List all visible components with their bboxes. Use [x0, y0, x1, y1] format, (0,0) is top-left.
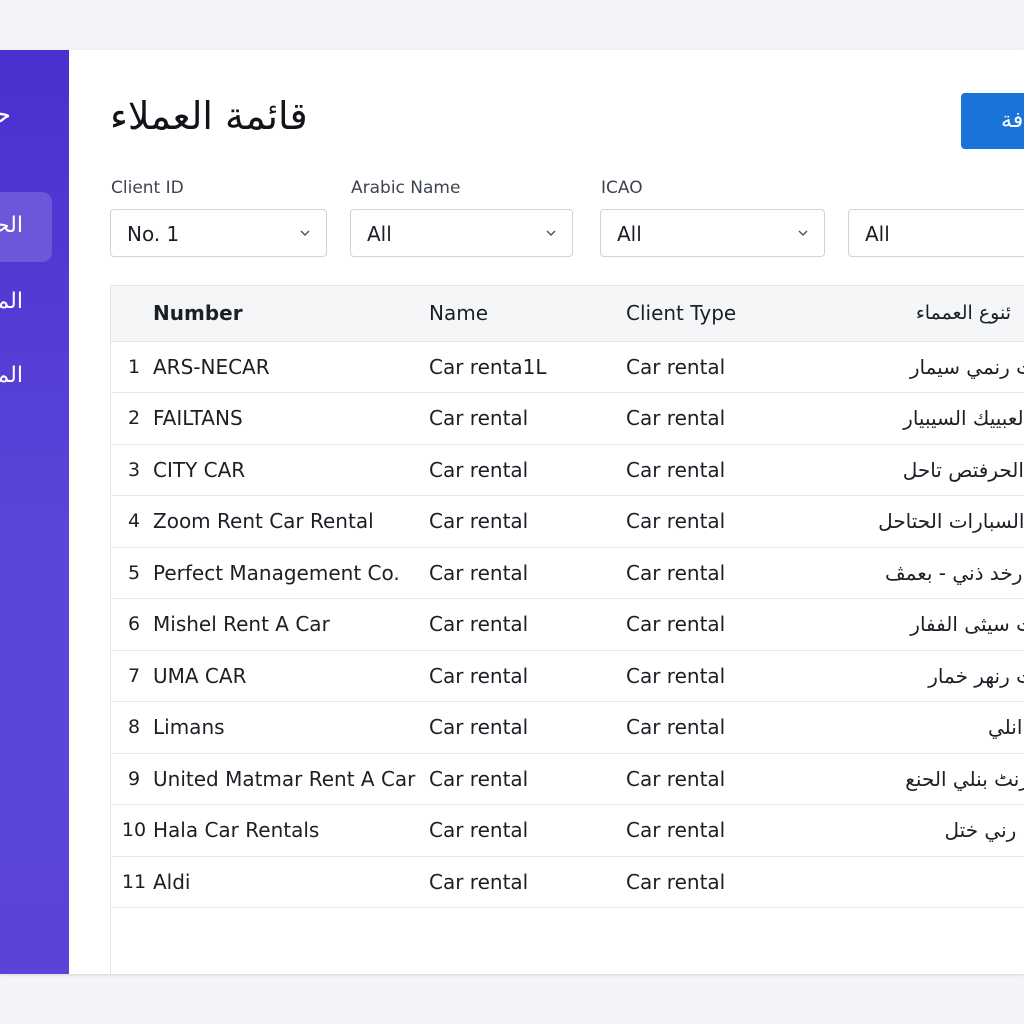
- filter-label-client-id: Client ID: [111, 178, 184, 198]
- cell-number: Perfect Management Co.: [153, 547, 429, 599]
- clients-table: Number Name Client Type ئنوع العمماء 1 AR…: [110, 285, 1024, 974]
- add-client-button[interactable]: إضافة: [961, 93, 1024, 149]
- cell-arabic-name: تنغ رخد ذني - بعمڤ: [836, 547, 1024, 599]
- cell-arabic-name: ى رنٹ بنلي الحنع: [836, 753, 1024, 805]
- add-client-button-label: إضافة: [1001, 108, 1024, 133]
- app-window: حج الحـ الم الم قائمة العملاء إضافة Clie…: [0, 50, 1024, 974]
- cell-number: Aldi: [153, 856, 429, 908]
- table-row[interactable]: 7UMA CARCar rentalCar rentalرنت رنهر خما…: [111, 650, 1024, 702]
- cell-number: UMA CAR: [153, 650, 429, 702]
- cell-arabic-name: يبع انلي: [836, 701, 1024, 754]
- column-header-name[interactable]: Name: [429, 286, 626, 342]
- column-header-client-type[interactable]: Client Type: [626, 286, 836, 342]
- sidebar-item-label[interactable]: الحـ: [0, 213, 23, 238]
- icao-select[interactable]: All: [600, 209, 825, 257]
- cell-client-type: Car rental: [626, 753, 836, 805]
- cell-number: FAILTANS: [153, 392, 429, 445]
- arabic-name-select-value: All: [367, 222, 392, 246]
- cell-client-type: Car rental: [626, 598, 836, 651]
- cell-client-type: Car rental: [626, 547, 836, 599]
- table-row[interactable]: 4 Zoom Rent Car Rental Car rental Car renta…: [111, 495, 1024, 548]
- table-row[interactable]: 8LimansCar rentalCar rentalيبع انلي: [111, 701, 1024, 754]
- cell-arabic-name: رنت رنمي سيمار: [836, 341, 1024, 393]
- cell-name: Car rental: [429, 392, 626, 445]
- row-index: 10: [111, 804, 153, 857]
- cell-client-type: Car rental: [626, 804, 836, 857]
- sidebar-item-label[interactable]: الم: [0, 363, 23, 388]
- cell-arabic-name: دلد: [836, 856, 1024, 908]
- cell-name: Car renta1L: [429, 341, 626, 393]
- cell-number: Limans: [153, 701, 429, 754]
- cell-name: Car rental: [429, 753, 626, 805]
- icao-select-value: All: [617, 222, 642, 246]
- cell-client-type: Car rental: [626, 650, 836, 702]
- table-row[interactable]: 2FAILTANSCar rentalCar rentalق العبييك ا…: [111, 392, 1024, 445]
- cell-arabic-name: ق العبييك السيبيار: [836, 392, 1024, 445]
- cell-arabic-name: آلي رني ختل: [836, 804, 1024, 857]
- cell-client-type: Car rental: [626, 856, 836, 908]
- row-index: 7: [111, 650, 153, 702]
- cell-name: Car rental: [429, 701, 626, 754]
- client-id-select-value: No. 1: [127, 222, 180, 246]
- table-row[interactable]: 1ARS-NECARCar renta1LCar rentalرنت رنمي …: [111, 341, 1024, 393]
- cell-number: Mishel Rent A Car: [153, 598, 429, 651]
- cell-client-type: Car rental: [626, 701, 836, 754]
- table-row[interactable]: 3CITY CARCar rentalCar rentalف الحرفتص ت…: [111, 444, 1024, 496]
- row-index: 9: [111, 753, 153, 805]
- chevron-down-icon: [546, 230, 556, 236]
- client-type-select[interactable]: All: [848, 209, 1024, 257]
- client-type-select-value: All: [865, 222, 890, 246]
- cell-number: CITY CAR: [153, 444, 429, 496]
- row-index: 5: [111, 547, 153, 599]
- cell-client-type: Car rental: [626, 444, 836, 496]
- cell-name: Car rental: [429, 495, 626, 548]
- page-title: قائمة العملاء: [110, 94, 308, 138]
- row-index: 4: [111, 495, 153, 548]
- row-index: 11: [111, 856, 153, 908]
- arabic-name-select[interactable]: All: [350, 209, 573, 257]
- cell-arabic-name: ف الحرفتص تاحل: [836, 444, 1024, 496]
- cell-number: Zoom Rent Car Rental: [153, 495, 429, 548]
- cell-number: Hala Car Rentals: [153, 804, 429, 857]
- table-row[interactable]: 9 United Matmar Rent A Car Car rental Car r…: [111, 753, 1024, 805]
- row-index: 3: [111, 444, 153, 496]
- chevron-down-icon: [300, 230, 310, 236]
- cell-number: United Matmar Rent A Car: [153, 753, 429, 805]
- chevron-down-icon: [798, 230, 808, 236]
- cell-name: Car rental: [429, 598, 626, 651]
- table-row[interactable]: 10Hala Car RentalsCar rentalCar rentalآل…: [111, 804, 1024, 857]
- cell-name: Car rental: [429, 856, 626, 908]
- row-index: 1: [111, 341, 153, 393]
- cell-name: Car rental: [429, 804, 626, 857]
- column-header-arabic-name[interactable]: ئنوع العمماء: [836, 286, 1024, 342]
- cell-arabic-name: رنت رنهر خمار: [836, 650, 1024, 702]
- cell-number: ARS-NECAR: [153, 341, 429, 393]
- row-index: 8: [111, 701, 153, 754]
- column-header-index: [111, 286, 153, 342]
- client-id-select[interactable]: No. 1: [110, 209, 327, 257]
- cell-name: Car rental: [429, 547, 626, 599]
- sidebar: حج الحـ الم الم: [0, 50, 69, 974]
- cell-client-type: Car rental: [626, 341, 836, 393]
- table-row[interactable]: 5 Perfect Management Co. Car rental Car ren…: [111, 547, 1024, 599]
- table-header-row: Number Name Client Type ئنوع العمماء: [111, 286, 1024, 342]
- sidebar-item-label[interactable]: الم: [0, 289, 23, 314]
- cell-arabic-name: رنت سيثى الففار: [836, 598, 1024, 651]
- sidebar-logo: حج: [0, 100, 11, 130]
- filter-label-icao: ICAO: [601, 178, 643, 198]
- table-row[interactable]: 11AldiCar rentalCar rentalدلد: [111, 856, 1024, 908]
- cell-arabic-name: كة السبارات الحتاحل: [836, 495, 1024, 548]
- cell-name: Car rental: [429, 650, 626, 702]
- cell-client-type: Car rental: [626, 392, 836, 445]
- filter-label-arabic-name: Arabic Name: [351, 178, 461, 198]
- row-index: 2: [111, 392, 153, 445]
- column-header-number[interactable]: Number: [153, 286, 429, 342]
- cell-client-type: Car rental: [626, 495, 836, 548]
- row-index: 6: [111, 598, 153, 651]
- cell-name: Car rental: [429, 444, 626, 496]
- table-row[interactable]: 6Mishel Rent A CarCar rentalCar rentalرن…: [111, 598, 1024, 651]
